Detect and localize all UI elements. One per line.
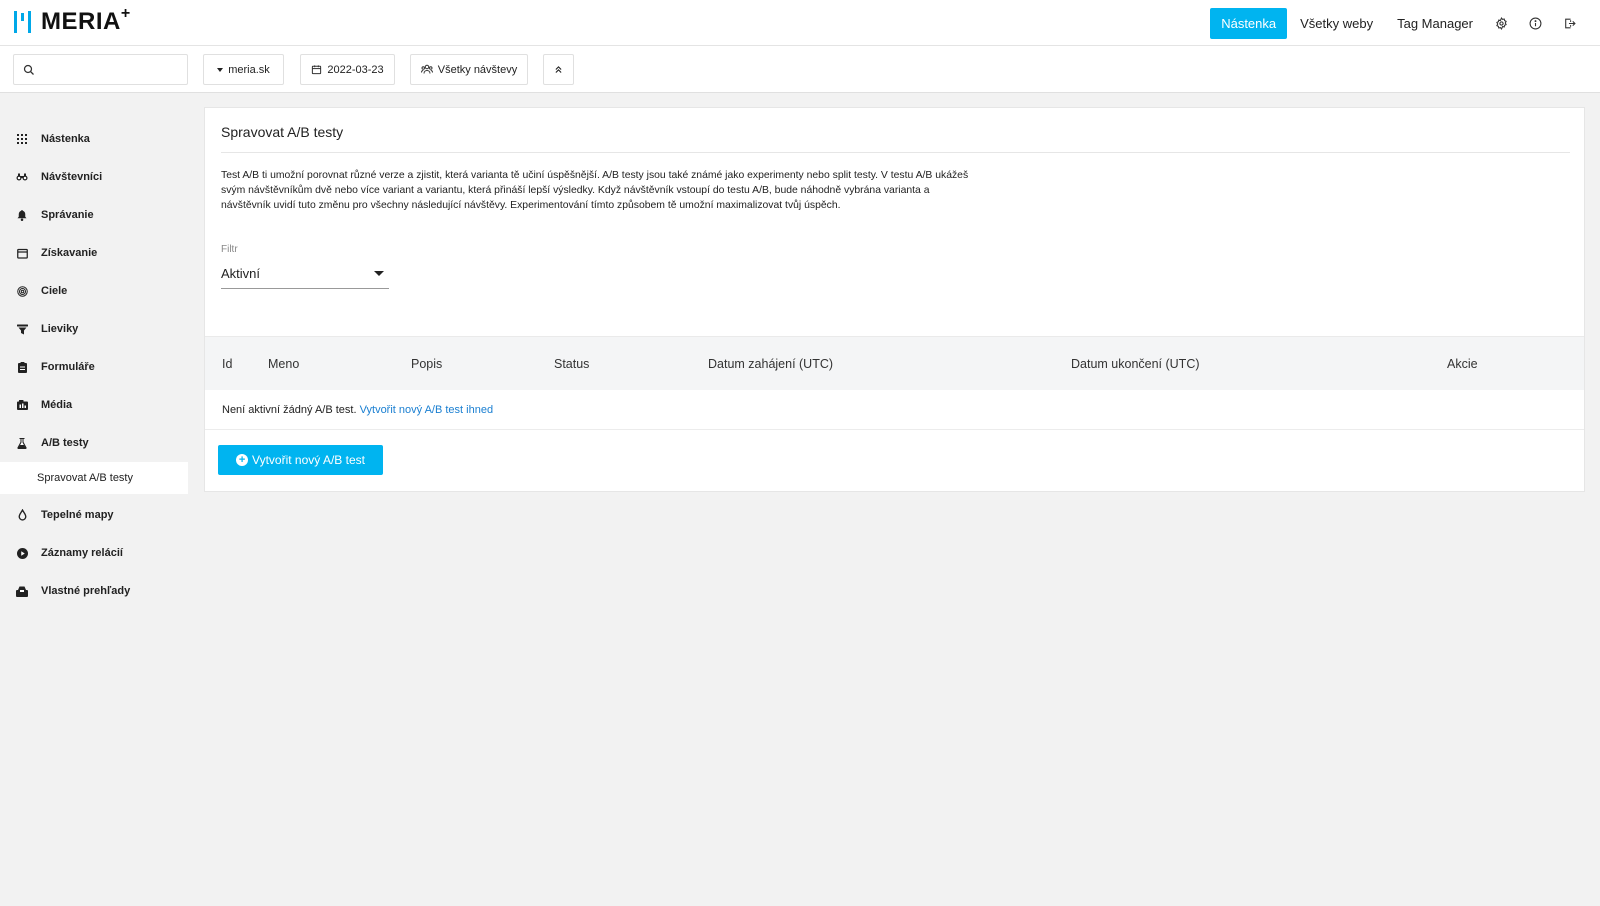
- sidebar-item-ab-testy[interactable]: A/B testy: [0, 424, 188, 462]
- sidebar-item-ziskavanie[interactable]: Získavanie: [0, 234, 188, 272]
- sidebar-item-label: Získavanie: [41, 247, 98, 259]
- sidebar-item-zaznamy-relacii[interactable]: Záznamy relácií: [0, 534, 188, 572]
- sidebar-item-navstevnici[interactable]: Návštevníci: [0, 158, 188, 196]
- play-icon: [16, 547, 28, 559]
- sidebar-item-label: Správanie: [41, 209, 94, 221]
- column-header-start-date[interactable]: Datum zahájení (UTC): [708, 337, 833, 391]
- grid-icon: [16, 133, 28, 145]
- column-header-end-date[interactable]: Datum ukončení (UTC): [1071, 337, 1200, 391]
- sidebar-item-label: Nástenka: [41, 133, 90, 145]
- sidebar-item-label: Média: [41, 399, 73, 411]
- caret-down-icon: [217, 67, 224, 72]
- plus-circle-icon: +: [236, 454, 249, 466]
- sidebar-item-label: A/B testy: [41, 437, 89, 449]
- info-icon: [1529, 17, 1541, 30]
- sidebar-item-label: Lieviky: [41, 323, 79, 335]
- filter-select[interactable]: Aktivní: [221, 258, 389, 289]
- nav-tag-manager[interactable]: Tag Manager: [1386, 8, 1484, 39]
- logout-button[interactable]: [1552, 8, 1586, 39]
- table-empty-row: Není aktivní žádný A/B test. Vytvořit no…: [205, 390, 1584, 430]
- flask-icon: [16, 437, 28, 449]
- logo[interactable]: MERIA +: [14, 5, 130, 35]
- search-box[interactable]: [13, 54, 188, 85]
- sidebar-item-label: Ciele: [41, 285, 68, 297]
- create-ab-test-label: Vytvořit nový A/B test: [252, 453, 365, 467]
- users-icon: [420, 64, 433, 74]
- date-label: 2022-03-23: [327, 63, 384, 76]
- sidebar-item-label: Tepelné mapy: [41, 509, 114, 521]
- site-selector-label: meria.sk: [228, 63, 270, 76]
- calendar-icon: [312, 65, 322, 75]
- logo-plus: +: [120, 5, 131, 22]
- gear-icon: [1495, 17, 1507, 30]
- sidebar-item-label: Formuláře: [41, 361, 95, 373]
- column-header-meno[interactable]: Meno: [268, 337, 299, 391]
- empty-message: Není aktivní žádný A/B test.: [222, 404, 357, 416]
- filter-label: Filtr: [221, 244, 238, 255]
- sidebar-item-label: Návštevníci: [41, 171, 103, 183]
- sidebar-item-formulare[interactable]: Formuláře: [0, 348, 188, 386]
- settings-button[interactable]: [1484, 8, 1518, 39]
- sidebar-item-vlastne-prehlady[interactable]: Vlastné prehľady: [0, 572, 188, 610]
- column-header-status[interactable]: Status: [554, 337, 589, 391]
- top-nav: Nástenka Všetky weby Tag Manager: [1208, 8, 1586, 39]
- date-picker-button[interactable]: 2022-03-23: [300, 54, 395, 85]
- site-selector-button[interactable]: meria.sk: [203, 54, 284, 85]
- page-title: Spravovat A/B testy: [221, 124, 344, 140]
- ab-tests-card: Spravovat A/B testy Test A/B ti umožní p…: [204, 107, 1585, 492]
- binoculars-icon: [16, 171, 28, 183]
- sidebar: Nástenka Návštevníci Správanie Získavani…: [0, 120, 188, 610]
- double-chevron-up-icon: [555, 66, 562, 73]
- nav-nastenka[interactable]: Nástenka: [1210, 8, 1288, 39]
- caret-down-icon: [374, 270, 384, 276]
- page-description: Test A/B ti umožní porovnat různé verze …: [221, 170, 969, 211]
- sidebar-item-spravanie[interactable]: Správanie: [0, 196, 188, 234]
- logo-text: MERIA: [41, 8, 121, 35]
- sidebar-item-media[interactable]: Média: [0, 386, 188, 424]
- column-header-popis[interactable]: Popis: [411, 337, 442, 391]
- sidebar-item-lieviky[interactable]: Lieviky: [0, 310, 188, 348]
- column-header-akcie: Akcie: [1447, 357, 1478, 371]
- info-button[interactable]: [1518, 8, 1552, 39]
- media-icon: [16, 399, 28, 411]
- sidebar-item-nastenka[interactable]: Nástenka: [0, 120, 188, 158]
- form-icon: [16, 361, 28, 373]
- create-ab-test-link[interactable]: Vytvořit nový A/B test ihned: [360, 404, 494, 416]
- search-input[interactable]: [41, 56, 181, 83]
- segment-button[interactable]: Všetky návštevy: [410, 54, 528, 85]
- sidebar-item-label: Vlastné prehľady: [41, 585, 131, 597]
- logout-icon: [1564, 18, 1576, 29]
- calendar-icon: [16, 247, 28, 259]
- inbox-icon: [16, 585, 28, 597]
- column-header-id[interactable]: Id: [222, 337, 232, 391]
- top-header: MERIA + Nástenka Všetky weby Tag Manager: [0, 0, 1600, 46]
- target-icon: [16, 285, 28, 297]
- filter-value: Aktivní: [221, 265, 261, 281]
- divider: [221, 152, 1570, 153]
- sidebar-item-label: Záznamy relácií: [41, 547, 123, 559]
- toolbar: meria.sk 2022-03-23 Všetky návštevy: [0, 46, 1600, 93]
- drop-icon: [16, 509, 28, 521]
- create-ab-test-button[interactable]: + Vytvořit nový A/B test: [218, 445, 383, 475]
- search-icon: [23, 64, 34, 75]
- sidebar-item-ciele[interactable]: Ciele: [0, 272, 188, 310]
- nav-vsetky-weby[interactable]: Všetky weby: [1289, 8, 1384, 39]
- collapse-button[interactable]: [543, 54, 574, 85]
- sidebar-item-tepelne-mapy[interactable]: Tepelné mapy: [0, 496, 188, 534]
- funnel-icon: [16, 323, 28, 335]
- logo-mark: [14, 11, 35, 33]
- segment-label: Všetky návštevy: [437, 63, 518, 76]
- bell-icon: [16, 209, 28, 221]
- table-header: Id Meno Popis Status Datum zahájení (UTC…: [205, 336, 1584, 390]
- sidebar-subitem-spravovat-ab-testy[interactable]: Spravovat A/B testy: [0, 462, 188, 494]
